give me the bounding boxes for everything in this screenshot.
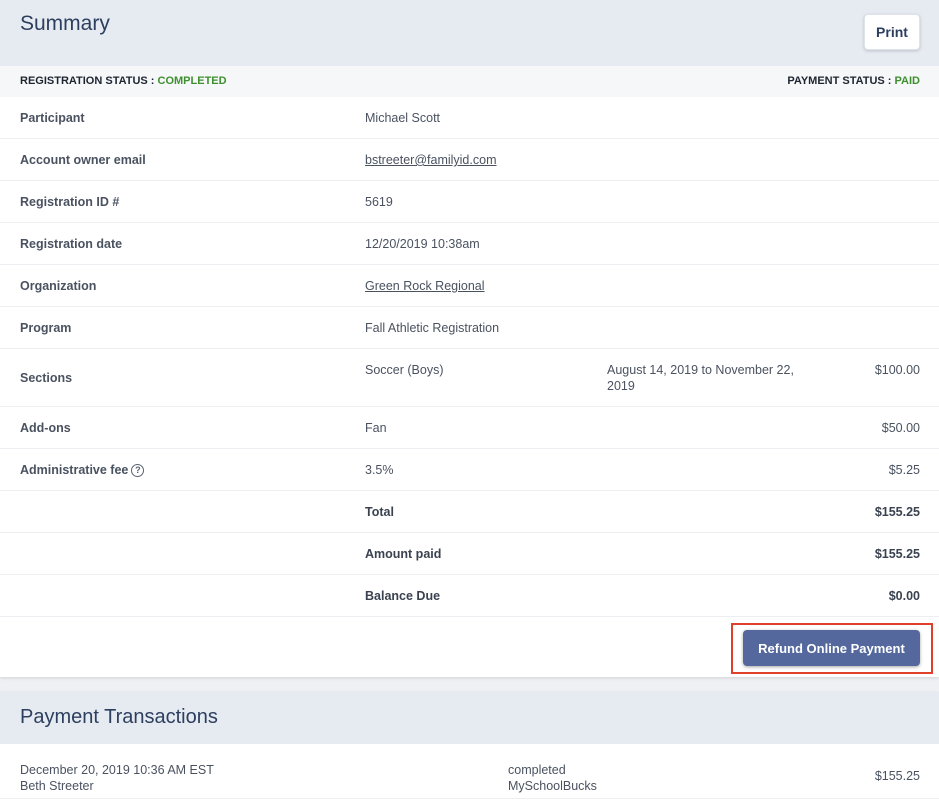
summary-title: Summary: [20, 12, 110, 35]
registration-status-value: COMPLETED: [157, 75, 227, 87]
participant-value: Michael Scott: [365, 111, 441, 125]
transaction-status-info: completed MySchoolBucks: [508, 762, 597, 794]
sections-label: Sections: [20, 371, 73, 385]
email-label: Account owner email: [20, 153, 146, 167]
registration-date-row: Registration date 12/20/2019 10:38am: [0, 223, 939, 265]
admin-fee-row: Administrative fee? 3.5% $5.25: [0, 449, 939, 491]
program-value: Fall Athletic Registration: [365, 321, 500, 335]
program-label: Program: [20, 321, 72, 335]
addons-label: Add-ons: [20, 421, 71, 435]
payment-status: PAYMENT STATUS : PAID: [787, 75, 920, 87]
payment-transactions-header: Payment Transactions: [0, 692, 939, 744]
addons-amount: $50.00: [881, 421, 920, 435]
total-amount: $155.25: [874, 505, 920, 519]
transaction-info: December 20, 2019 10:36 AM EST Beth Stre…: [20, 762, 214, 794]
transaction-payer: Beth Streeter: [20, 779, 94, 793]
transaction-method: MySchoolBucks: [508, 779, 597, 793]
transaction-status: completed: [508, 763, 566, 777]
status-bar: REGISTRATION STATUS : COMPLETED PAYMENT …: [0, 66, 939, 97]
sections-row: Sections Soccer (Boys) August 14, 2019 t…: [0, 349, 939, 407]
addons-value: Fan: [365, 421, 387, 435]
payment-transactions-title: Payment Transactions: [20, 706, 218, 728]
organization-row: Organization Green Rock Regional: [0, 265, 939, 307]
admin-fee-amount: $5.25: [888, 463, 920, 477]
refund-online-payment-button[interactable]: Refund Online Payment: [743, 630, 920, 666]
print-button[interactable]: Print: [864, 14, 920, 50]
sections-value: Soccer (Boys): [365, 363, 444, 377]
balance-due-amount: $0.00: [888, 589, 920, 603]
admin-fee-label: Administrative fee: [20, 463, 129, 477]
registration-date-label: Registration date: [20, 237, 123, 251]
balance-due-row: Balance Due $0.00: [0, 575, 939, 617]
total-row: Total $155.25: [0, 491, 939, 533]
payment-status-label: PAYMENT STATUS :: [787, 75, 892, 87]
payment-status-value: PAID: [894, 75, 920, 87]
payment-transactions-card: Payment Transactions December 20, 2019 1…: [0, 692, 939, 812]
summary-header: Summary Print: [0, 0, 939, 66]
registration-id-row: Registration ID # 5619: [0, 181, 939, 223]
transaction-amount: $155.25: [874, 769, 920, 783]
registration-id-value: 5619: [365, 195, 393, 209]
organization-label: Organization: [20, 279, 97, 293]
transaction-row: December 20, 2019 10:36 AM EST Beth Stre…: [0, 744, 939, 799]
admin-fee-value: 3.5%: [365, 463, 394, 477]
registration-date-value: 12/20/2019 10:38am: [365, 237, 480, 251]
program-row: Program Fall Athletic Registration: [0, 307, 939, 349]
total-label: Total: [365, 505, 394, 519]
registration-status-label: REGISTRATION STATUS :: [20, 75, 155, 87]
balance-due-label: Balance Due: [365, 589, 441, 603]
addons-row: Add-ons Fan $50.00: [0, 407, 939, 449]
participant-label: Participant: [20, 111, 85, 125]
amount-paid-amount: $155.25: [874, 547, 920, 561]
question-circle-icon[interactable]: ?: [131, 464, 145, 477]
admin-fee-label-wrap: Administrative fee?: [20, 463, 145, 477]
participant-row: Participant Michael Scott: [0, 97, 939, 139]
email-row: Account owner email bstreeter@familyid.c…: [0, 139, 939, 181]
amount-paid-label: Amount paid: [365, 547, 442, 561]
amount-paid-row: Amount paid $155.25: [0, 533, 939, 575]
email-link[interactable]: bstreeter@familyid.com: [365, 153, 496, 167]
transaction-datetime: December 20, 2019 10:36 AM EST: [20, 763, 214, 777]
sections-dates: August 14, 2019 to November 22, 2019: [607, 363, 794, 393]
sections-amount: $100.00: [874, 363, 920, 377]
organization-link[interactable]: Green Rock Regional: [365, 279, 485, 293]
registration-status: REGISTRATION STATUS : COMPLETED: [20, 75, 227, 87]
summary-card: Summary Print REGISTRATION STATUS : COMP…: [0, 0, 939, 677]
registration-id-label: Registration ID #: [20, 195, 120, 209]
